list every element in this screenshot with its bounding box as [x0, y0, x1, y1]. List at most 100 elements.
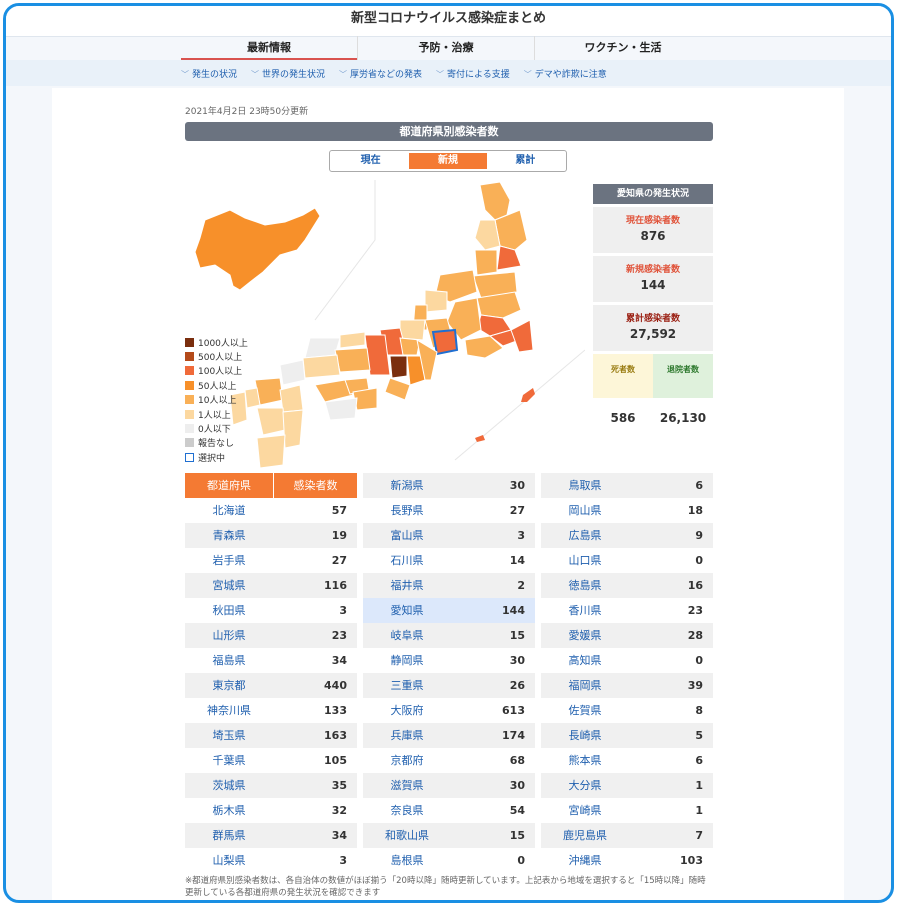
table-row[interactable]: 香川県 23: [541, 598, 713, 623]
table-row[interactable]: 熊本県 6: [541, 748, 713, 773]
table-row[interactable]: 京都府 68: [363, 748, 535, 773]
prefecture-name[interactable]: 群馬県: [185, 823, 273, 848]
prefecture-tottori[interactable]: [339, 331, 366, 349]
subnav-item-announce[interactable]: ﹀ 厚労省などの発表: [339, 67, 422, 80]
table-row[interactable]: 栃木県 32: [185, 798, 357, 823]
prefecture-name[interactable]: 愛知県: [363, 598, 451, 623]
prefecture-name[interactable]: 石川県: [363, 548, 451, 573]
table-row[interactable]: 高知県 0: [541, 648, 713, 673]
prefecture-name[interactable]: 福島県: [185, 648, 273, 673]
table-row[interactable]: 愛媛県 28: [541, 623, 713, 648]
table-row[interactable]: 神奈川県 133: [185, 698, 357, 723]
table-row[interactable]: 岐阜県 15: [363, 623, 535, 648]
prefecture-name[interactable]: 千葉県: [185, 748, 273, 773]
prefecture-name[interactable]: 鳥取県: [541, 473, 629, 498]
segment-total[interactable]: 累計: [487, 153, 564, 169]
table-row[interactable]: 佐賀県 8: [541, 698, 713, 723]
table-row[interactable]: 山形県 23: [185, 623, 357, 648]
prefecture-yamagata[interactable]: [474, 249, 498, 276]
prefecture-name[interactable]: 栃木県: [185, 798, 273, 823]
prefecture-name[interactable]: 大阪府: [363, 698, 451, 723]
prefecture-miyazaki[interactable]: [282, 409, 304, 449]
prefecture-fukui[interactable]: [399, 319, 426, 341]
prefecture-name[interactable]: 新潟県: [363, 473, 451, 498]
prefecture-name[interactable]: 北海道: [185, 498, 273, 523]
prefecture-name[interactable]: 兵庫県: [363, 723, 451, 748]
table-row[interactable]: 沖縄県 103: [541, 848, 713, 873]
prefecture-name[interactable]: 岩手県: [185, 548, 273, 573]
tab-prevention[interactable]: 予防・治療: [357, 36, 534, 60]
prefecture-name[interactable]: 徳島県: [541, 573, 629, 598]
prefecture-name[interactable]: 熊本県: [541, 748, 629, 773]
prefecture-name[interactable]: 香川県: [541, 598, 629, 623]
table-row[interactable]: 岡山県 18: [541, 498, 713, 523]
subnav-item-world[interactable]: ﹀ 世界の発生状況: [251, 67, 325, 80]
prefecture-name[interactable]: 三重県: [363, 673, 451, 698]
table-row[interactable]: 宮城県 116: [185, 573, 357, 598]
prefecture-name[interactable]: 愛媛県: [541, 623, 629, 648]
prefecture-kagoshima[interactable]: [256, 434, 286, 469]
prefecture-name[interactable]: 秋田県: [185, 598, 273, 623]
prefecture-name[interactable]: 埼玉県: [185, 723, 273, 748]
table-row[interactable]: 福井県 2: [363, 573, 535, 598]
prefecture-name[interactable]: 東京都: [185, 673, 273, 698]
table-row[interactable]: 和歌山県 15: [363, 823, 535, 848]
prefecture-name[interactable]: 福岡県: [541, 673, 629, 698]
prefecture-name[interactable]: 富山県: [363, 523, 451, 548]
prefecture-yamaguchi[interactable]: [279, 359, 306, 386]
prefecture-miyagi[interactable]: [496, 245, 522, 271]
prefecture-name[interactable]: 神奈川県: [185, 698, 273, 723]
prefecture-name[interactable]: 佐賀県: [541, 698, 629, 723]
prefecture-kumamoto[interactable]: [256, 407, 286, 436]
prefecture-name[interactable]: 鹿児島県: [541, 823, 629, 848]
table-row[interactable]: 愛知県 144: [363, 598, 535, 623]
prefecture-name[interactable]: 宮崎県: [541, 798, 629, 823]
tab-latest[interactable]: 最新情報: [181, 36, 357, 60]
subnav-item-outbreak[interactable]: ﹀ 発生の状況: [181, 67, 237, 80]
prefecture-name[interactable]: 岐阜県: [363, 623, 451, 648]
prefecture-hiroshima[interactable]: [302, 354, 341, 379]
table-row[interactable]: 徳島県 16: [541, 573, 713, 598]
prefecture-hokkaido[interactable]: [194, 207, 321, 291]
prefecture-wakayama[interactable]: [384, 377, 411, 401]
prefecture-name[interactable]: 沖縄県: [541, 848, 629, 873]
table-row[interactable]: 群馬県 34: [185, 823, 357, 848]
table-row[interactable]: 長野県 27: [363, 498, 535, 523]
segment-current[interactable]: 現在: [332, 153, 409, 169]
prefecture-name[interactable]: 島根県: [363, 848, 451, 873]
segment-new[interactable]: 新規: [409, 153, 487, 169]
prefecture-name[interactable]: 宮城県: [185, 573, 273, 598]
table-row[interactable]: 福島県 34: [185, 648, 357, 673]
prefecture-toyama[interactable]: [424, 289, 448, 313]
prefecture-name[interactable]: 静岡県: [363, 648, 451, 673]
table-row[interactable]: 福岡県 39: [541, 673, 713, 698]
prefecture-name[interactable]: 和歌山県: [363, 823, 451, 848]
table-row[interactable]: 山梨県 3: [185, 848, 357, 873]
table-row[interactable]: 埼玉県 163: [185, 723, 357, 748]
prefecture-name[interactable]: 滋賀県: [363, 773, 451, 798]
table-row[interactable]: 鳥取県 6: [541, 473, 713, 498]
table-row[interactable]: 大分県 1: [541, 773, 713, 798]
table-row[interactable]: 千葉県 105: [185, 748, 357, 773]
prefecture-name[interactable]: 広島県: [541, 523, 629, 548]
prefecture-okayama[interactable]: [334, 347, 371, 373]
table-row[interactable]: 石川県 14: [363, 548, 535, 573]
table-row[interactable]: 宮崎県 1: [541, 798, 713, 823]
table-row[interactable]: 滋賀県 30: [363, 773, 535, 798]
prefecture-name[interactable]: 高知県: [541, 648, 629, 673]
table-row[interactable]: 広島県 9: [541, 523, 713, 548]
prefecture-name[interactable]: 山口県: [541, 548, 629, 573]
prefecture-name[interactable]: 長野県: [363, 498, 451, 523]
table-row[interactable]: 奈良県 54: [363, 798, 535, 823]
table-row[interactable]: 茨城県 35: [185, 773, 357, 798]
prefecture-chiba[interactable]: [510, 319, 534, 353]
prefecture-aomori[interactable]: [479, 181, 511, 221]
table-row[interactable]: 岩手県 27: [185, 548, 357, 573]
prefecture-name[interactable]: 奈良県: [363, 798, 451, 823]
table-row[interactable]: 鹿児島県 7: [541, 823, 713, 848]
prefecture-name[interactable]: 福井県: [363, 573, 451, 598]
subnav-item-donation[interactable]: ﹀ 寄付による支援: [436, 67, 510, 80]
table-row[interactable]: 長崎県 5: [541, 723, 713, 748]
prefecture-name[interactable]: 長崎県: [541, 723, 629, 748]
prefecture-name[interactable]: 茨城県: [185, 773, 273, 798]
